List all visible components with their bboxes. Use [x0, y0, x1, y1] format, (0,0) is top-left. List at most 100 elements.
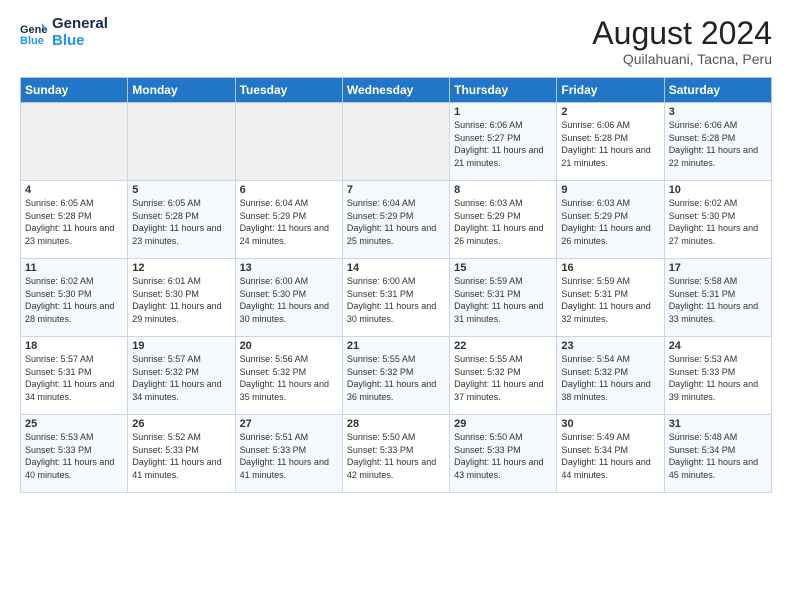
- calendar-cell: 26Sunrise: 5:52 AMSunset: 5:33 PMDayligh…: [128, 415, 235, 493]
- svg-text:Blue: Blue: [20, 35, 44, 47]
- calendar-cell: 29Sunrise: 5:50 AMSunset: 5:33 PMDayligh…: [450, 415, 557, 493]
- day-number: 2: [561, 106, 659, 118]
- day-number: 6: [240, 184, 338, 196]
- calendar-cell: [235, 103, 342, 181]
- day-number: 9: [561, 184, 659, 196]
- calendar-cell: 8Sunrise: 6:03 AMSunset: 5:29 PMDaylight…: [450, 181, 557, 259]
- calendar-cell: 9Sunrise: 6:03 AMSunset: 5:29 PMDaylight…: [557, 181, 664, 259]
- col-header-wednesday: Wednesday: [342, 78, 449, 103]
- location-subtitle: Quilahuani, Tacna, Peru: [592, 51, 772, 67]
- cell-sun-info: Sunrise: 5:54 AMSunset: 5:32 PMDaylight:…: [561, 353, 659, 403]
- calendar-cell: 5Sunrise: 6:05 AMSunset: 5:28 PMDaylight…: [128, 181, 235, 259]
- calendar-cell: 17Sunrise: 5:58 AMSunset: 5:31 PMDayligh…: [664, 259, 771, 337]
- col-header-sunday: Sunday: [21, 78, 128, 103]
- day-number: 3: [669, 106, 767, 118]
- day-number: 5: [132, 184, 230, 196]
- cell-sun-info: Sunrise: 6:04 AMSunset: 5:29 PMDaylight:…: [347, 197, 445, 247]
- day-number: 30: [561, 418, 659, 430]
- calendar-cell: 20Sunrise: 5:56 AMSunset: 5:32 PMDayligh…: [235, 337, 342, 415]
- cell-sun-info: Sunrise: 5:57 AMSunset: 5:32 PMDaylight:…: [132, 353, 230, 403]
- day-number: 21: [347, 340, 445, 352]
- cell-sun-info: Sunrise: 5:58 AMSunset: 5:31 PMDaylight:…: [669, 275, 767, 325]
- calendar-week-row: 25Sunrise: 5:53 AMSunset: 5:33 PMDayligh…: [21, 415, 772, 493]
- cell-sun-info: Sunrise: 5:53 AMSunset: 5:33 PMDaylight:…: [25, 431, 123, 481]
- calendar-cell: 10Sunrise: 6:02 AMSunset: 5:30 PMDayligh…: [664, 181, 771, 259]
- cell-sun-info: Sunrise: 6:05 AMSunset: 5:28 PMDaylight:…: [132, 197, 230, 247]
- calendar-cell: 21Sunrise: 5:55 AMSunset: 5:32 PMDayligh…: [342, 337, 449, 415]
- day-number: 18: [25, 340, 123, 352]
- day-number: 14: [347, 262, 445, 274]
- calendar-cell: 15Sunrise: 5:59 AMSunset: 5:31 PMDayligh…: [450, 259, 557, 337]
- calendar-cell: 31Sunrise: 5:48 AMSunset: 5:34 PMDayligh…: [664, 415, 771, 493]
- calendar-cell: 22Sunrise: 5:55 AMSunset: 5:32 PMDayligh…: [450, 337, 557, 415]
- day-number: 22: [454, 340, 552, 352]
- col-header-thursday: Thursday: [450, 78, 557, 103]
- day-number: 29: [454, 418, 552, 430]
- calendar-cell: 3Sunrise: 6:06 AMSunset: 5:28 PMDaylight…: [664, 103, 771, 181]
- cell-sun-info: Sunrise: 6:00 AMSunset: 5:30 PMDaylight:…: [240, 275, 338, 325]
- cell-sun-info: Sunrise: 5:53 AMSunset: 5:33 PMDaylight:…: [669, 353, 767, 403]
- logo-text: General Blue: [52, 16, 108, 49]
- calendar-cell: 28Sunrise: 5:50 AMSunset: 5:33 PMDayligh…: [342, 415, 449, 493]
- calendar-week-row: 4Sunrise: 6:05 AMSunset: 5:28 PMDaylight…: [21, 181, 772, 259]
- calendar-cell: [342, 103, 449, 181]
- day-number: 25: [25, 418, 123, 430]
- day-number: 4: [25, 184, 123, 196]
- cell-sun-info: Sunrise: 6:06 AMSunset: 5:28 PMDaylight:…: [561, 119, 659, 169]
- cell-sun-info: Sunrise: 6:00 AMSunset: 5:31 PMDaylight:…: [347, 275, 445, 325]
- calendar-cell: 6Sunrise: 6:04 AMSunset: 5:29 PMDaylight…: [235, 181, 342, 259]
- page-header: General Blue General Blue August 2024 Qu…: [20, 16, 772, 67]
- calendar-cell: 12Sunrise: 6:01 AMSunset: 5:30 PMDayligh…: [128, 259, 235, 337]
- day-number: 11: [25, 262, 123, 274]
- calendar-cell: [128, 103, 235, 181]
- cell-sun-info: Sunrise: 5:59 AMSunset: 5:31 PMDaylight:…: [561, 275, 659, 325]
- calendar-cell: 2Sunrise: 6:06 AMSunset: 5:28 PMDaylight…: [557, 103, 664, 181]
- cell-sun-info: Sunrise: 5:52 AMSunset: 5:33 PMDaylight:…: [132, 431, 230, 481]
- cell-sun-info: Sunrise: 5:55 AMSunset: 5:32 PMDaylight:…: [347, 353, 445, 403]
- day-number: 28: [347, 418, 445, 430]
- cell-sun-info: Sunrise: 5:48 AMSunset: 5:34 PMDaylight:…: [669, 431, 767, 481]
- calendar-cell: 30Sunrise: 5:49 AMSunset: 5:34 PMDayligh…: [557, 415, 664, 493]
- calendar-cell: 13Sunrise: 6:00 AMSunset: 5:30 PMDayligh…: [235, 259, 342, 337]
- title-block: August 2024 Quilahuani, Tacna, Peru: [592, 16, 772, 67]
- cell-sun-info: Sunrise: 5:55 AMSunset: 5:32 PMDaylight:…: [454, 353, 552, 403]
- col-header-tuesday: Tuesday: [235, 78, 342, 103]
- calendar-cell: 18Sunrise: 5:57 AMSunset: 5:31 PMDayligh…: [21, 337, 128, 415]
- cell-sun-info: Sunrise: 5:50 AMSunset: 5:33 PMDaylight:…: [347, 431, 445, 481]
- cell-sun-info: Sunrise: 6:01 AMSunset: 5:30 PMDaylight:…: [132, 275, 230, 325]
- cell-sun-info: Sunrise: 5:59 AMSunset: 5:31 PMDaylight:…: [454, 275, 552, 325]
- cell-sun-info: Sunrise: 6:06 AMSunset: 5:27 PMDaylight:…: [454, 119, 552, 169]
- day-number: 19: [132, 340, 230, 352]
- cell-sun-info: Sunrise: 6:02 AMSunset: 5:30 PMDaylight:…: [25, 275, 123, 325]
- calendar-week-row: 18Sunrise: 5:57 AMSunset: 5:31 PMDayligh…: [21, 337, 772, 415]
- day-number: 15: [454, 262, 552, 274]
- day-number: 13: [240, 262, 338, 274]
- day-number: 24: [669, 340, 767, 352]
- calendar-cell: 19Sunrise: 5:57 AMSunset: 5:32 PMDayligh…: [128, 337, 235, 415]
- day-number: 7: [347, 184, 445, 196]
- day-number: 17: [669, 262, 767, 274]
- cell-sun-info: Sunrise: 6:03 AMSunset: 5:29 PMDaylight:…: [561, 197, 659, 247]
- calendar-table: SundayMondayTuesdayWednesdayThursdayFrid…: [20, 77, 772, 493]
- calendar-page: General Blue General Blue August 2024 Qu…: [0, 0, 792, 612]
- cell-sun-info: Sunrise: 5:49 AMSunset: 5:34 PMDaylight:…: [561, 431, 659, 481]
- cell-sun-info: Sunrise: 6:04 AMSunset: 5:29 PMDaylight:…: [240, 197, 338, 247]
- month-year-title: August 2024: [592, 16, 772, 51]
- calendar-cell: [21, 103, 128, 181]
- day-number: 23: [561, 340, 659, 352]
- cell-sun-info: Sunrise: 6:05 AMSunset: 5:28 PMDaylight:…: [25, 197, 123, 247]
- day-number: 12: [132, 262, 230, 274]
- calendar-week-row: 1Sunrise: 6:06 AMSunset: 5:27 PMDaylight…: [21, 103, 772, 181]
- calendar-cell: 7Sunrise: 6:04 AMSunset: 5:29 PMDaylight…: [342, 181, 449, 259]
- day-number: 31: [669, 418, 767, 430]
- cell-sun-info: Sunrise: 6:06 AMSunset: 5:28 PMDaylight:…: [669, 119, 767, 169]
- calendar-cell: 11Sunrise: 6:02 AMSunset: 5:30 PMDayligh…: [21, 259, 128, 337]
- calendar-header-row: SundayMondayTuesdayWednesdayThursdayFrid…: [21, 78, 772, 103]
- cell-sun-info: Sunrise: 5:51 AMSunset: 5:33 PMDaylight:…: [240, 431, 338, 481]
- logo: General Blue General Blue: [20, 16, 108, 49]
- cell-sun-info: Sunrise: 6:02 AMSunset: 5:30 PMDaylight:…: [669, 197, 767, 247]
- calendar-cell: 1Sunrise: 6:06 AMSunset: 5:27 PMDaylight…: [450, 103, 557, 181]
- cell-sun-info: Sunrise: 5:50 AMSunset: 5:33 PMDaylight:…: [454, 431, 552, 481]
- calendar-cell: 24Sunrise: 5:53 AMSunset: 5:33 PMDayligh…: [664, 337, 771, 415]
- calendar-cell: 14Sunrise: 6:00 AMSunset: 5:31 PMDayligh…: [342, 259, 449, 337]
